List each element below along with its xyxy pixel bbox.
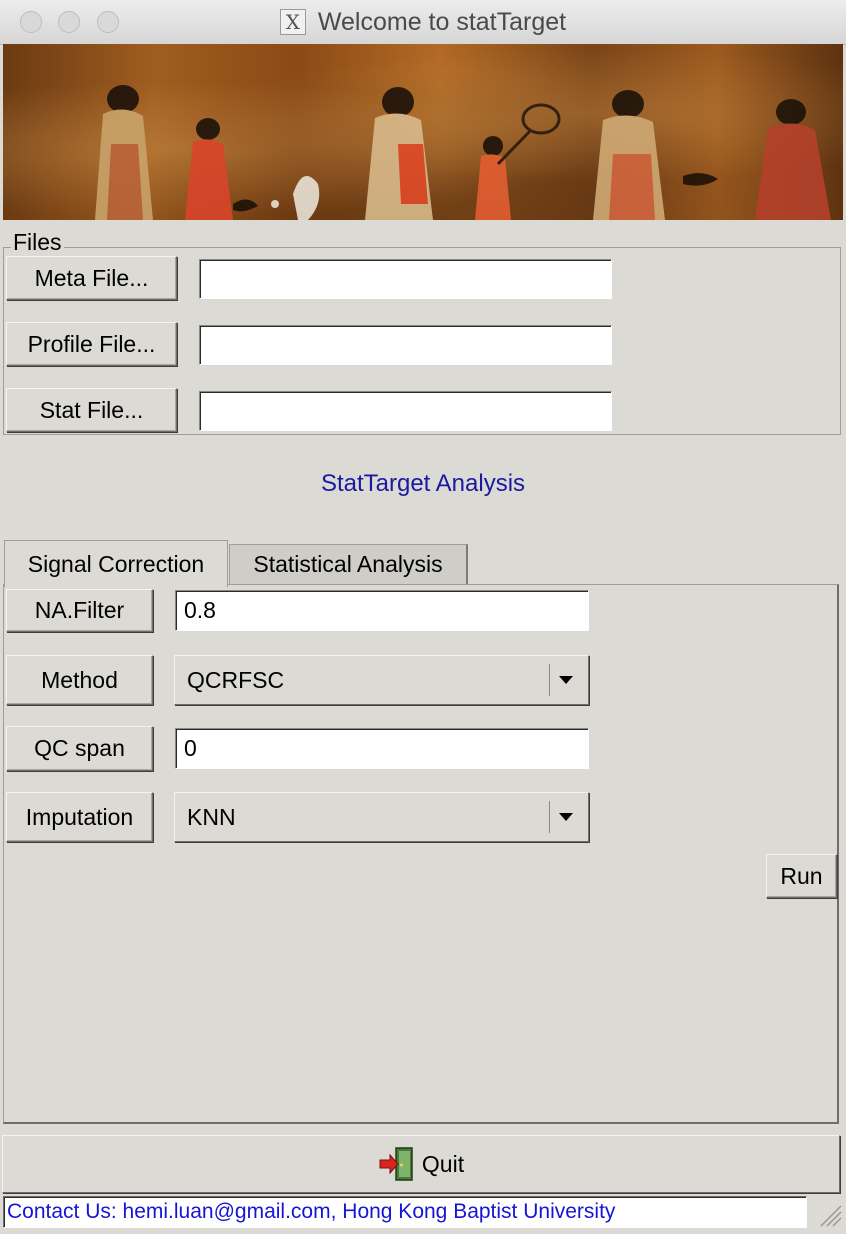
files-group-legend: Files: [11, 229, 64, 256]
resize-grip-icon[interactable]: [813, 1198, 843, 1228]
window-title: Welcome to statTarget: [317, 7, 567, 36]
title-bar: X Welcome to statTarget: [0, 0, 846, 45]
tab-statistical-analysis[interactable]: Statistical Analysis: [229, 544, 468, 584]
na-filter-input[interactable]: 0.8: [175, 590, 589, 631]
exit-door-icon: [378, 1146, 416, 1182]
stat-file-input[interactable]: [199, 391, 612, 431]
na-filter-button[interactable]: NA.Filter: [6, 589, 153, 632]
painting-figures: [95, 85, 831, 220]
profile-file-input[interactable]: [199, 325, 612, 365]
quit-button[interactable]: Quit: [2, 1135, 840, 1193]
meta-file-input[interactable]: [199, 259, 612, 299]
x11-window-icon: X: [279, 9, 306, 35]
quit-label: Quit: [421, 1150, 465, 1177]
dropdown-arrow-icon[interactable]: [549, 801, 582, 833]
imputation-combobox-value: KNN: [187, 803, 236, 830]
banner-painting-image: [3, 44, 843, 220]
method-combobox-value: QCRFSC: [187, 666, 285, 693]
stat-file-button[interactable]: Stat File...: [6, 388, 177, 432]
section-title: StatTarget Analysis: [320, 470, 526, 497]
imputation-combobox[interactable]: KNN: [174, 792, 589, 842]
imputation-button[interactable]: Imputation: [6, 792, 153, 842]
tab-signal-correction[interactable]: Signal Correction: [4, 540, 228, 587]
meta-file-button[interactable]: Meta File...: [6, 256, 177, 300]
method-button[interactable]: Method: [6, 655, 153, 705]
qc-span-button[interactable]: QC span: [6, 726, 153, 771]
qc-span-input[interactable]: 0: [175, 728, 589, 769]
status-bar: Contact Us: hemi.luan@gmail.com, Hong Ko…: [3, 1196, 807, 1228]
run-button[interactable]: Run: [766, 854, 837, 898]
method-combobox[interactable]: QCRFSC: [174, 655, 589, 705]
profile-file-button[interactable]: Profile File...: [6, 322, 177, 366]
dropdown-arrow-icon[interactable]: [549, 664, 582, 696]
